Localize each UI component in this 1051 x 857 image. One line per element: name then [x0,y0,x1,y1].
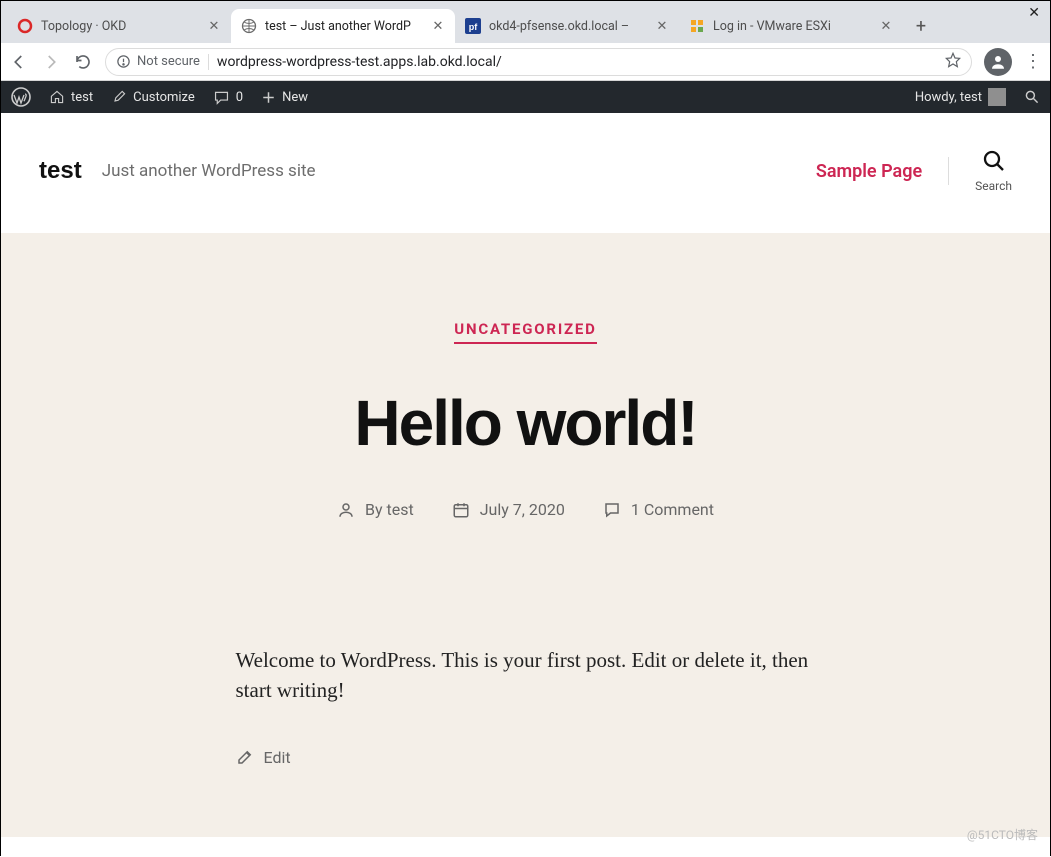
comments-count: 0 [236,90,243,105]
author-link[interactable]: test [387,500,414,519]
footer-widgets: SEARCH Archives [1,837,1050,857]
comments-link[interactable]: 1 Comment [631,500,714,519]
close-icon[interactable]: ✕ [879,19,893,34]
tab-wordpress[interactable]: test – Just another WordP ✕ [231,9,455,43]
close-icon[interactable]: ✕ [207,19,221,34]
person-icon [337,501,355,519]
new-content-link[interactable]: New [261,90,308,105]
comments-link[interactable]: 0 [213,89,243,106]
okd-icon [17,18,33,34]
edit-icon [236,748,254,766]
tab-title: Log in - VMware ESXi [713,19,871,34]
tab-title: Topology · OKD [41,19,199,34]
post-body: Welcome to WordPress. This is your first… [236,589,816,706]
close-icon[interactable]: ✕ [655,19,669,34]
site-name-link[interactable]: test [49,89,93,105]
search-icon [1024,89,1040,105]
search-icon [982,149,1006,173]
bookmark-star-icon[interactable] [945,52,961,72]
close-icon[interactable]: ✕ [431,19,445,34]
edit-label: Edit [264,748,291,767]
forward-button[interactable] [41,52,61,72]
wp-admin-bar: test Customize 0 New Howdy, test [1,81,1050,113]
tab-title: okd4-pfsense.okd.local – [489,19,647,34]
menu-sample-page[interactable]: Sample Page [816,161,922,182]
esxi-icon [689,18,705,34]
security-indicator[interactable]: Not secure [116,54,200,69]
home-icon [49,89,65,105]
reload-button[interactable] [73,52,93,72]
omnibox-divider [208,54,209,70]
browser-menu-icon[interactable]: ⋮ [1024,51,1042,72]
pfsense-icon: pf [465,18,481,34]
tab-strip: Topology · OKD ✕ test – Just another Wor… [1,1,1050,43]
post-content: Welcome to WordPress. This is your first… [1,589,1050,837]
post-date: July 7, 2020 [480,500,565,519]
post-meta: By test July 7, 2020 1 Comment [41,500,1010,519]
search-toggle[interactable]: Search [975,149,1012,193]
search-label: Search [975,179,1012,193]
svg-text:pf: pf [469,22,478,32]
site-tagline: Just another WordPress site [102,161,316,181]
post-title[interactable]: Hello world! [41,386,1010,460]
tab-esxi[interactable]: Log in - VMware ESXi ✕ [679,9,903,43]
back-button[interactable] [9,52,29,72]
address-bar[interactable]: Not secure wordpress-wordpress-test.apps… [105,48,972,76]
calendar-icon [452,501,470,519]
url-text: wordpress-wordpress-test.apps.lab.okd.lo… [217,54,937,70]
customize-link[interactable]: Customize [111,89,195,105]
author-meta: By test [337,500,414,519]
user-avatar-icon [988,88,1006,106]
by-label: By [365,500,387,519]
customize-label: Customize [133,90,195,105]
wordpress-icon [11,87,31,107]
page-viewport[interactable]: test Just another WordPress site Sample … [1,113,1050,857]
tab-pfsense[interactable]: pf okd4-pfsense.okd.local – ✕ [455,9,679,43]
window-close-icon[interactable]: ✕ [1028,5,1040,21]
tab-title: test – Just another WordP [265,19,423,34]
brush-icon [111,89,127,105]
not-secure-label: Not secure [137,54,200,69]
new-label: New [282,90,308,105]
date-meta: July 7, 2020 [452,500,565,519]
comments-meta[interactable]: 1 Comment [603,500,714,519]
browser-toolbar: Not secure wordpress-wordpress-test.apps… [1,43,1050,81]
header-divider [948,157,949,185]
new-tab-button[interactable]: + [907,12,935,40]
wp-logo-menu[interactable] [11,87,31,107]
site-title[interactable]: test [39,157,82,185]
comment-icon [213,89,230,106]
plus-icon [261,90,276,105]
adminbar-site-name: test [71,90,93,105]
category-link[interactable]: UNCATEGORIZED [454,320,596,344]
site-header: test Just another WordPress site Sample … [1,113,1050,233]
comment-icon [603,501,621,519]
globe-icon [241,18,257,34]
edit-post-link[interactable]: Edit [236,748,816,767]
tab-okd[interactable]: Topology · OKD ✕ [7,9,231,43]
howdy-text: Howdy, test [915,90,982,105]
howdy-account[interactable]: Howdy, test [915,88,1006,106]
adminbar-search[interactable] [1024,89,1040,105]
post-hero: UNCATEGORIZED Hello world! By test July … [1,233,1050,589]
profile-avatar[interactable] [984,48,1012,76]
